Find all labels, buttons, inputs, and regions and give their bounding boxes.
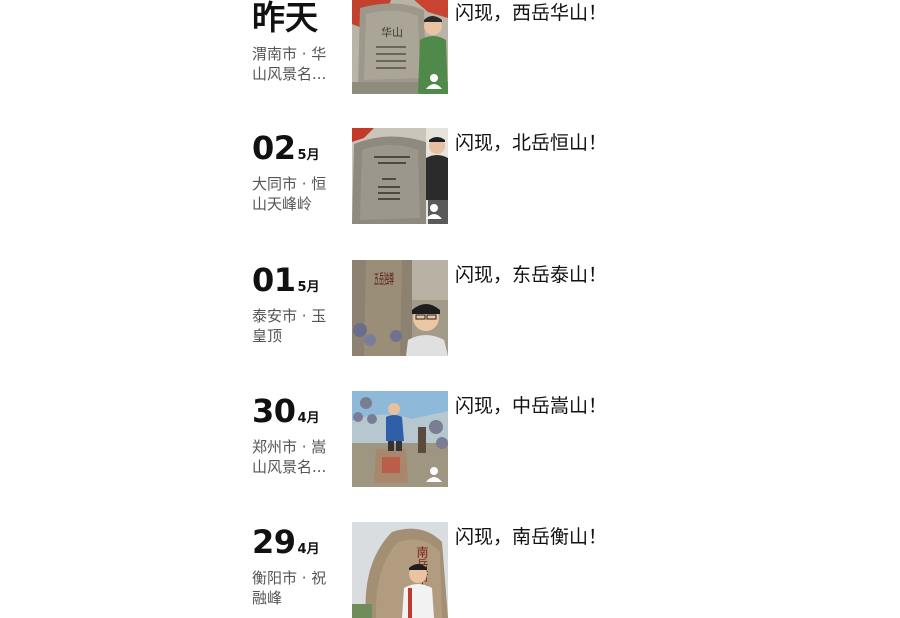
feed-entry[interactable]: 29 4月 衡阳市 · 祝融峰 南岳衡山 闪现，南岳衡山！: [0, 522, 900, 618]
entry-location: 渭南市 · 华山风景名...: [252, 45, 327, 83]
entry-date: 昨天 渭南市 · 华山风景名...: [252, 0, 344, 84]
entry-location: 泰安市 · 玉皇顶: [252, 307, 327, 345]
entry-location: 郑州市 · 嵩山风景名...: [252, 438, 327, 476]
person-icon: [426, 74, 442, 89]
entry-location: 大同市 · 恒山天峰岭: [252, 175, 327, 213]
entry-location: 衡阳市 · 祝融峰: [252, 569, 327, 607]
entry-day: 01: [252, 261, 296, 299]
photo-scene: 南岳衡山: [352, 522, 448, 618]
entry-date: 30 4月 郑州市 · 嵩山风景名...: [252, 391, 344, 477]
entry-month: 4月: [297, 542, 320, 557]
feed-entry[interactable]: 02 5月 大同市 · 恒山天峰岭 闪现，北岳恒山！: [0, 128, 900, 224]
entry-date: 01 5月 泰安市 · 玉皇顶: [252, 260, 344, 346]
entry-photo[interactable]: 华山: [352, 0, 448, 94]
entry-month: 5月: [297, 280, 320, 295]
entry-photo[interactable]: 南岳衡山: [352, 522, 448, 618]
entry-caption: 闪现，中岳嵩山！: [455, 395, 608, 417]
feed-entry[interactable]: 昨天 渭南市 · 华山风景名... 华山 闪现，西岳华山！: [0, 0, 900, 94]
entry-month: 5月: [297, 148, 320, 163]
person-icon: [426, 467, 442, 482]
entry-date: 02 5月 大同市 · 恒山天峰岭: [252, 128, 344, 214]
entry-day: 29: [252, 523, 296, 561]
entry-caption: 闪现，北岳恒山！: [455, 132, 608, 154]
entry-photo[interactable]: 五岳独尊: [352, 260, 448, 356]
stone-inscription: 华山: [381, 25, 403, 39]
date-line: 30 4月: [252, 391, 344, 431]
date-line: 01 5月: [252, 260, 344, 300]
entry-caption: 闪现，南岳衡山！: [455, 526, 608, 548]
entry-day: 昨天: [252, 0, 318, 37]
feed-entry[interactable]: 30 4月 郑州市 · 嵩山风景名... 闪现，中岳嵩山！: [0, 391, 900, 487]
person-icon: [426, 204, 442, 219]
feed-entry[interactable]: 01 5月 泰安市 · 玉皇顶 五岳独尊 闪现，东岳泰山！: [0, 260, 900, 356]
entry-photo[interactable]: [352, 128, 448, 224]
entry-caption: 闪现，东岳泰山！: [455, 264, 608, 286]
moments-feed: 昨天 渭南市 · 华山风景名... 华山 闪现，西岳华山！ 02 5月 大同市 …: [0, 0, 900, 618]
entry-caption: 闪现，西岳华山！: [455, 2, 608, 24]
rock-inscription: 五岳独尊: [374, 271, 394, 288]
date-line: 02 5月: [252, 128, 344, 168]
entry-month: 4月: [297, 411, 320, 426]
entry-date: 29 4月 衡阳市 · 祝融峰: [252, 522, 344, 608]
entry-day: 30: [252, 392, 296, 430]
entry-day: 02: [252, 129, 296, 167]
photo-scene: 五岳独尊: [352, 260, 448, 356]
date-line: 昨天: [252, 0, 344, 38]
entry-photo[interactable]: [352, 391, 448, 487]
date-line: 29 4月: [252, 522, 344, 562]
